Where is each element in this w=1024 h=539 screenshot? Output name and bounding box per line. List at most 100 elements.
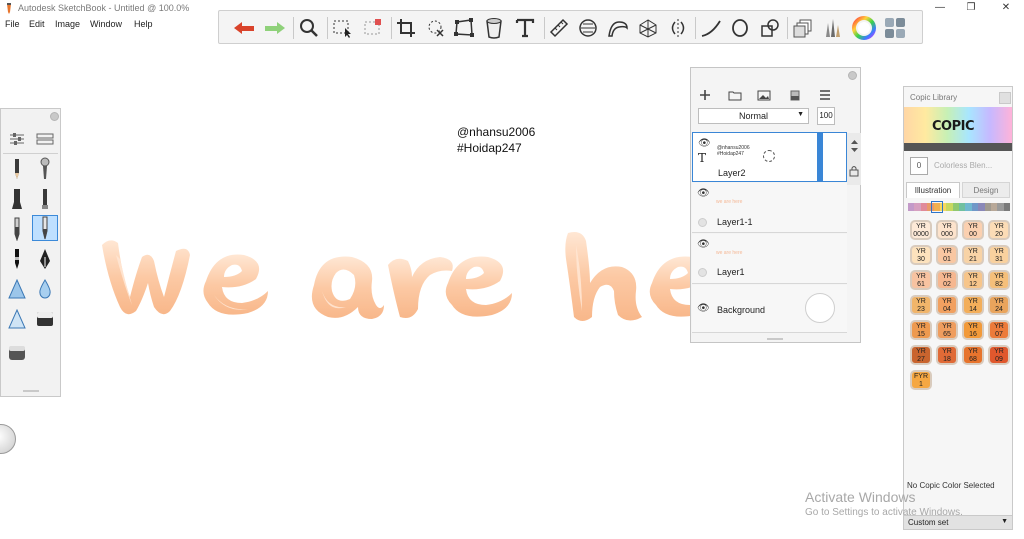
add-layer-icon[interactable]	[696, 87, 714, 103]
copic-swatch[interactable]: YR 23	[910, 295, 932, 315]
layer-row-layer2[interactable]: 👁 T @nhansu2006 #Hoidap247 Layer2	[692, 132, 847, 182]
copic-swatch[interactable]: YR 0000	[910, 220, 932, 240]
hue-chip[interactable]	[1003, 203, 1010, 211]
add-group-folder-icon[interactable]	[726, 87, 744, 103]
ballpoint-pen-icon[interactable]	[4, 216, 30, 242]
select-transform-icon[interactable]	[360, 15, 386, 41]
selected-copic-swatch[interactable]: 0	[910, 157, 928, 175]
layers-panel-close-icon[interactable]	[848, 71, 857, 80]
perspective-icon[interactable]	[635, 15, 661, 41]
color-wheel-icon[interactable]	[851, 15, 877, 41]
smear-brush-icon[interactable]	[4, 306, 30, 332]
copic-swatch[interactable]: YR 20	[988, 220, 1010, 240]
blend-mode-dropdown[interactable]: Normal ▼	[698, 108, 809, 124]
triangle-brush-icon[interactable]	[4, 276, 30, 302]
ink-pen-icon[interactable]	[32, 246, 58, 272]
copic-swatch[interactable]: YR 09	[988, 345, 1010, 365]
copic-swatch[interactable]: YR 02	[936, 270, 958, 290]
copic-swatch[interactable]: YR 21	[962, 245, 984, 265]
copic-swatch[interactable]: YR 01	[936, 245, 958, 265]
hard-eraser-icon[interactable]	[4, 340, 30, 366]
copic-swatch[interactable]: YR 00	[962, 220, 984, 240]
layer-lock-dot[interactable]	[698, 268, 707, 277]
zoom-icon[interactable]	[296, 15, 322, 41]
clear-layer-icon[interactable]	[786, 87, 804, 103]
copic-swatch[interactable]: YR 000	[936, 220, 958, 240]
menu-file[interactable]: File	[5, 19, 20, 29]
visibility-eye-icon[interactable]: 👁	[697, 239, 710, 250]
copic-swatch[interactable]: YR 16	[962, 320, 984, 340]
select-icon[interactable]	[330, 15, 356, 41]
ellipse-guide-icon[interactable]	[575, 15, 601, 41]
background-color-swatch[interactable]	[805, 293, 835, 323]
pencil-brush-icon[interactable]	[4, 156, 30, 182]
bucket-icon[interactable]	[481, 15, 507, 41]
symmetry-icon[interactable]	[665, 15, 691, 41]
brush-palette-close-icon[interactable]	[50, 112, 59, 121]
layer-menu-icon[interactable]	[816, 87, 834, 103]
chisel-marker-icon[interactable]	[32, 186, 58, 212]
menu-edit[interactable]: Edit	[29, 19, 45, 29]
stroke-icon[interactable]	[698, 15, 724, 41]
reorder-arrows-icon[interactable]	[850, 139, 859, 153]
ellipse-icon[interactable]	[727, 15, 753, 41]
maximize-button[interactable]: ❐	[961, 2, 981, 13]
airbrush-icon[interactable]	[32, 156, 58, 182]
copic-swatch[interactable]: YR 18	[936, 345, 958, 365]
menu-help[interactable]: Help	[134, 19, 153, 29]
layer-row-background[interactable]: 👁 Background	[692, 285, 847, 333]
minimize-button[interactable]: —	[930, 2, 950, 13]
menu-window[interactable]: Window	[90, 19, 122, 29]
copic-swatch[interactable]: YR 04	[936, 295, 958, 315]
layers-icon[interactable]	[790, 15, 816, 41]
copic-swatch[interactable]: YR 82	[988, 270, 1010, 290]
visibility-eye-icon[interactable]: 👁	[697, 188, 710, 199]
copic-hue-strip[interactable]	[908, 203, 1010, 211]
brushes-icon[interactable]	[820, 15, 846, 41]
lasso-select-icon[interactable]	[422, 15, 448, 41]
layer-row-layer1-1[interactable]: 👁 we are here Layer1-1	[692, 183, 847, 233]
copic-swatch[interactable]: FYR 1	[910, 370, 932, 390]
copic-swatch[interactable]: YR 61	[910, 270, 932, 290]
water-drop-brush-icon[interactable]	[32, 276, 58, 302]
shape-icon[interactable]	[757, 15, 783, 41]
layer-lock-dot[interactable]	[698, 218, 707, 227]
layer-row-layer1[interactable]: 👁 we are here Layer1	[692, 234, 847, 284]
copic-swatch[interactable]: YR 68	[962, 345, 984, 365]
copic-collapse-bar[interactable]	[904, 143, 1012, 151]
redo-icon[interactable]	[262, 15, 288, 41]
brush-properties-icon[interactable]	[4, 126, 30, 152]
undo-icon[interactable]	[231, 15, 257, 41]
crop-icon[interactable]	[393, 15, 419, 41]
eraser-icon[interactable]	[32, 306, 58, 332]
visibility-eye-icon[interactable]: 👁	[698, 138, 711, 149]
copic-swatch[interactable]: YR 12	[962, 270, 984, 290]
brush-library-icon[interactable]	[32, 126, 58, 152]
copic-swatch[interactable]: YR 07	[988, 320, 1010, 340]
copic-swatch[interactable]: YR 31	[988, 245, 1010, 265]
close-button[interactable]: ✕	[996, 2, 1016, 13]
menu-image[interactable]: Image	[55, 19, 80, 29]
lock-icon[interactable]	[849, 165, 859, 177]
tab-illustration[interactable]: Illustration	[906, 182, 960, 198]
copic-close-icon[interactable]	[999, 92, 1011, 104]
copic-swatch[interactable]: YR 27	[910, 345, 932, 365]
visibility-eye-icon[interactable]: 👁	[697, 303, 710, 314]
copic-swatch[interactable]: YR 65	[936, 320, 958, 340]
distort-icon[interactable]	[451, 15, 477, 41]
text-icon[interactable]	[512, 15, 538, 41]
copic-swatch[interactable]: YR 30	[910, 245, 932, 265]
ruler-icon[interactable]	[546, 15, 572, 41]
copic-swatch[interactable]: YR 14	[962, 295, 984, 315]
tab-design[interactable]: Design	[962, 182, 1010, 198]
copic-swatch[interactable]: YR 24	[988, 295, 1010, 315]
add-image-icon[interactable]	[755, 87, 773, 103]
marker-brush-icon[interactable]	[4, 186, 30, 212]
brush-puck[interactable]	[0, 424, 16, 454]
fineliner-brush-icon[interactable]	[4, 246, 30, 272]
copic-icon[interactable]	[882, 15, 908, 41]
layer-opacity-field[interactable]: 100	[817, 107, 835, 125]
french-curve-icon[interactable]	[605, 15, 631, 41]
copic-swatch[interactable]: YR 15	[910, 320, 932, 340]
technical-pen-icon[interactable]	[32, 215, 58, 241]
